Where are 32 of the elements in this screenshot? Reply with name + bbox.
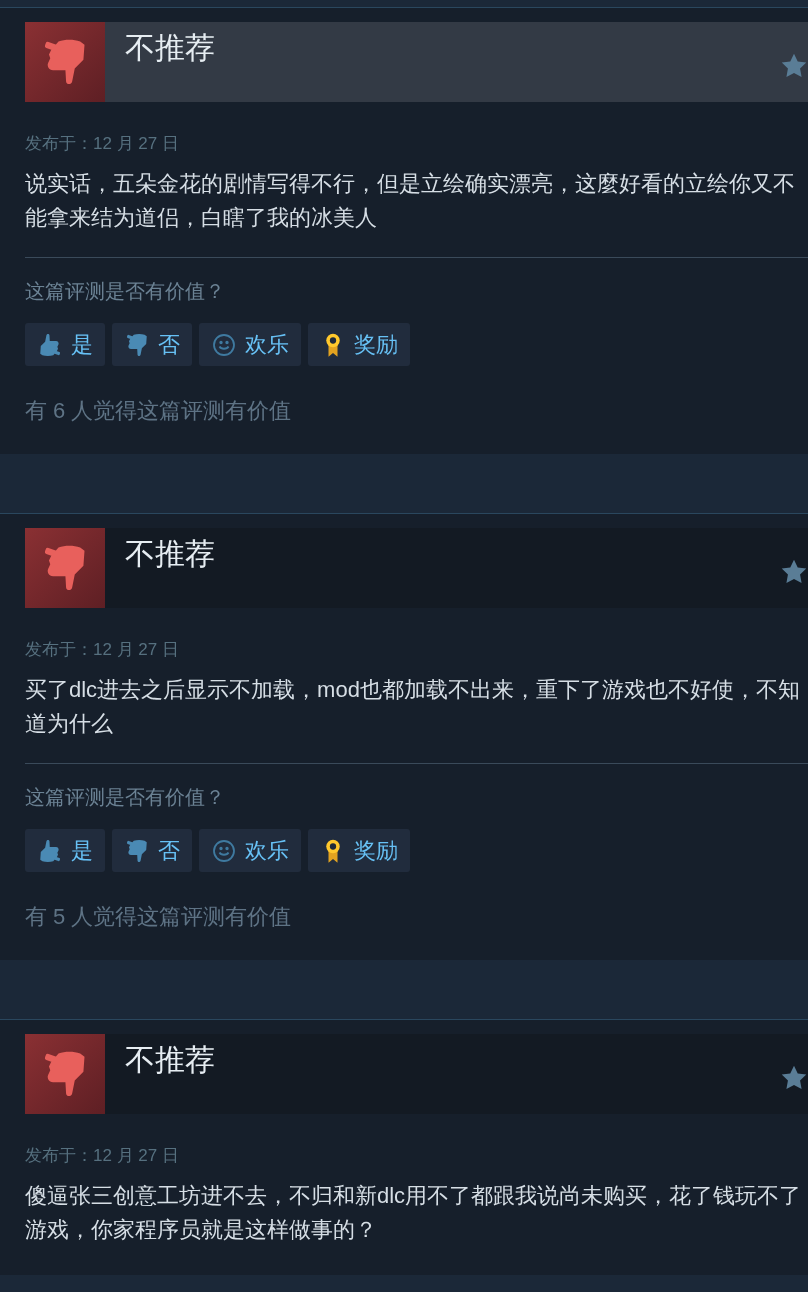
smiley-icon bbox=[212, 838, 236, 863]
helpful-question: 这篇评测是否有价值？ bbox=[25, 785, 226, 810]
yes-vote-button[interactable]: 是 bbox=[25, 323, 105, 366]
yes-vote-button[interactable]: 是 bbox=[25, 829, 105, 872]
review-verdict: 不推荐 bbox=[125, 30, 215, 66]
award-ribbon-icon bbox=[324, 837, 342, 864]
review-verdict: 不推荐 bbox=[125, 536, 215, 572]
no-vote-button[interactable]: 否 bbox=[112, 323, 192, 366]
smiley-icon bbox=[212, 332, 236, 357]
award-vote-button[interactable]: 奖励 bbox=[308, 829, 410, 872]
star-icon[interactable] bbox=[780, 52, 808, 80]
review-text: 买了dlc进去之后显示不加载，mod也都加载不出来，重下了游戏也不好使，不知道为什么 bbox=[25, 676, 801, 738]
helpful-question: 这篇评测是否有价值？ bbox=[25, 279, 226, 304]
helpful-count: 有 5 人觉得这篇评测有价值 bbox=[25, 903, 293, 931]
no-vote-button[interactable]: 否 bbox=[112, 829, 192, 872]
review-text: 傻逼张三创意工坊进不去，不归和新dlc用不了都跟我说尚未购买，花了钱玩不了游戏，你家程序员就是这样做事的？ bbox=[25, 1182, 803, 1244]
award-ribbon-icon bbox=[324, 331, 342, 358]
funny-vote-button[interactable]: 欢乐 bbox=[199, 323, 301, 366]
thumbs-down-icon bbox=[124, 837, 150, 864]
helpful-count: 有 6 人觉得这篇评测有价值 bbox=[25, 397, 293, 425]
thumbs-down-icon bbox=[124, 331, 150, 358]
thumbs-up-icon bbox=[37, 331, 63, 358]
award-vote-button[interactable]: 奖励 bbox=[308, 323, 410, 366]
review-text: 说实话，五朵金花的剧情写得不行，但是立绘确实漂亮，这麼好看的立绘你又不能拿来结为道侣，白瞎了我的冰美人 bbox=[25, 170, 796, 232]
post-date: 发布于：12 月 27 日 bbox=[25, 133, 180, 155]
post-date: 发布于：12 月 27 日 bbox=[25, 1145, 180, 1167]
review-verdict: 不推荐 bbox=[125, 1042, 215, 1078]
star-icon[interactable] bbox=[780, 1064, 808, 1092]
thumbs-up-icon bbox=[37, 837, 63, 864]
star-icon[interactable] bbox=[780, 558, 808, 586]
funny-vote-button[interactable]: 欢乐 bbox=[199, 829, 301, 872]
post-date: 发布于：12 月 27 日 bbox=[25, 639, 180, 661]
